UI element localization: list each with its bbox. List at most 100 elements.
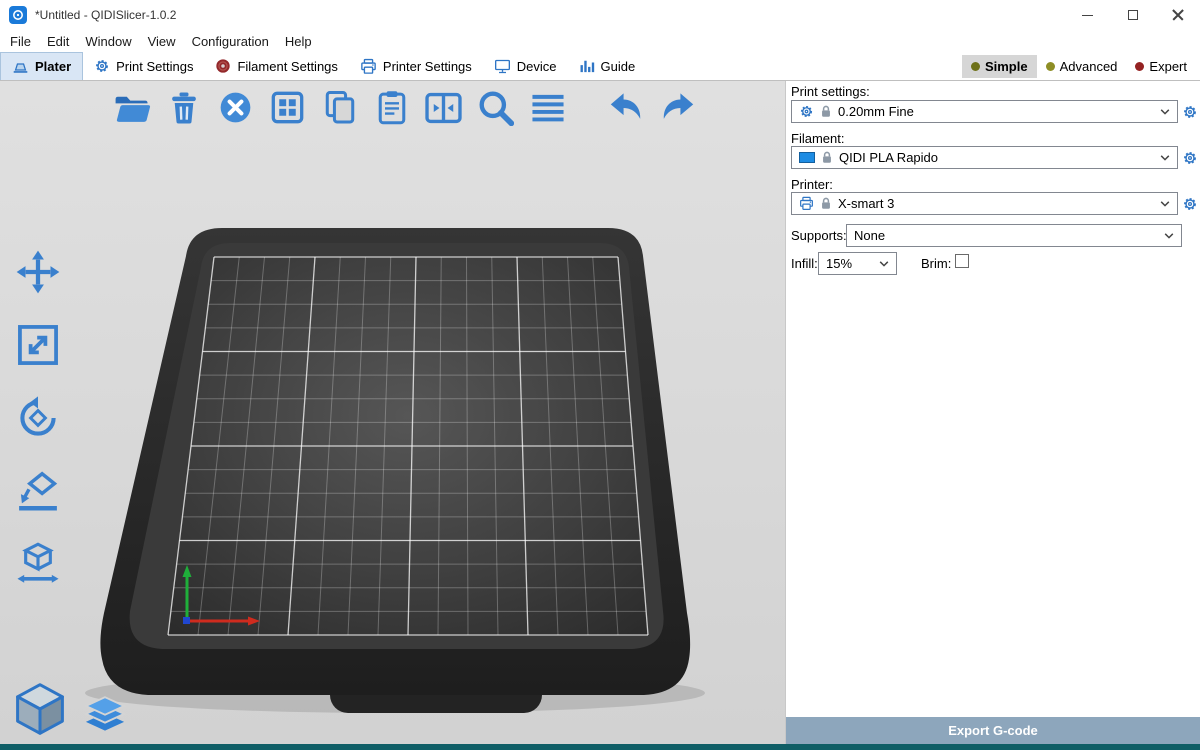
tab-label: Plater — [35, 59, 71, 74]
mode-label: Expert — [1149, 59, 1187, 74]
supports-combo[interactable]: None — [846, 224, 1182, 247]
print-settings-combo[interactable]: 0.20mm Fine — [791, 100, 1178, 123]
settings-panel: Print settings: 0.20mm Fine Filament: QI… — [785, 81, 1200, 744]
close-icon — [1172, 9, 1184, 21]
move-tool-button[interactable] — [11, 245, 65, 298]
menu-configuration[interactable]: Configuration — [184, 32, 277, 51]
print-bed[interactable] — [0, 81, 785, 744]
infill-value: 15% — [826, 256, 852, 271]
viewport-3d[interactable] — [0, 81, 785, 744]
guide-bars-icon — [579, 59, 595, 73]
filament-spool-icon — [215, 58, 231, 74]
layers-preview-icon — [81, 694, 129, 737]
tab-label: Print Settings — [116, 59, 193, 74]
menu-edit[interactable]: Edit — [39, 32, 77, 51]
undo-button[interactable] — [604, 86, 647, 129]
mode-expert[interactable]: Expert — [1126, 55, 1196, 78]
place-on-face-icon — [15, 468, 61, 514]
maximize-button[interactable] — [1110, 0, 1155, 30]
layer-list-button[interactable] — [526, 86, 569, 129]
status-strip — [0, 744, 1200, 750]
printer-combo[interactable]: X-smart 3 — [791, 192, 1178, 215]
mode-simple[interactable]: Simple — [962, 55, 1037, 78]
supports-label: Supports: — [791, 228, 847, 243]
scale-tool-button[interactable] — [11, 318, 65, 371]
plater-bed-icon — [12, 60, 29, 74]
print-settings-gear-button[interactable] — [1182, 104, 1198, 120]
lock-icon — [820, 196, 832, 211]
undo-icon — [607, 90, 645, 125]
mode-label: Simple — [985, 59, 1028, 74]
split-button[interactable] — [422, 86, 465, 129]
delete-button[interactable] — [162, 86, 205, 129]
tab-label: Filament Settings — [237, 59, 337, 74]
rotate-tool-button[interactable] — [11, 391, 65, 444]
chevron-down-icon — [1160, 109, 1170, 115]
printer-value: X-smart 3 — [838, 196, 894, 211]
title-bar: *Untitled - QIDISlicer-1.0.2 — [0, 0, 1200, 30]
menu-file[interactable]: File — [2, 32, 39, 51]
filament-combo[interactable]: QIDI PLA Rapido — [791, 146, 1178, 169]
measure-tool-button[interactable] — [11, 537, 65, 590]
arrange-button[interactable] — [266, 86, 309, 129]
chevron-down-icon — [1160, 201, 1170, 207]
filament-label: Filament: — [791, 131, 844, 146]
printer-gear-button[interactable] — [1182, 196, 1198, 212]
move-icon — [15, 249, 61, 295]
lock-icon — [821, 150, 833, 165]
paste-icon — [376, 90, 408, 125]
app-logo-icon — [9, 6, 27, 24]
infill-combo[interactable]: 15% — [818, 252, 897, 275]
tab-label: Guide — [601, 59, 636, 74]
split-icon — [425, 91, 462, 125]
minimize-button[interactable] — [1065, 0, 1110, 30]
delete-all-button[interactable] — [214, 86, 257, 129]
arrange-grid-icon — [271, 91, 304, 124]
menu-window[interactable]: Window — [77, 32, 139, 51]
measure-icon — [15, 541, 61, 587]
printer-label: Printer: — [791, 177, 833, 192]
maximize-icon — [1128, 10, 1138, 20]
tab-guide[interactable]: Guide — [568, 52, 647, 80]
print-settings-value: 0.20mm Fine — [838, 104, 914, 119]
tab-bar: Plater Print Settings Filament Settings … — [0, 52, 1200, 81]
menu-view[interactable]: View — [140, 32, 184, 51]
delete-all-icon — [219, 91, 252, 124]
monitor-icon — [494, 59, 511, 74]
rotate-icon — [15, 395, 61, 441]
copy-button[interactable] — [318, 86, 361, 129]
tab-label: Printer Settings — [383, 59, 472, 74]
tab-device[interactable]: Device — [483, 52, 568, 80]
window-title: *Untitled - QIDISlicer-1.0.2 — [35, 8, 176, 22]
open-file-button[interactable] — [110, 86, 153, 129]
chevron-down-icon — [1160, 155, 1170, 161]
mode-label: Advanced — [1060, 59, 1118, 74]
layers-preview-button[interactable] — [81, 694, 129, 737]
tab-plater[interactable]: Plater — [0, 52, 83, 80]
filament-gear-button[interactable] — [1182, 150, 1198, 166]
app-window: *Untitled - QIDISlicer-1.0.2 File Edit W… — [0, 0, 1200, 750]
menu-help[interactable]: Help — [277, 32, 320, 51]
expert-dot-icon — [1135, 62, 1144, 71]
export-gcode-button[interactable]: Export G-code — [786, 717, 1200, 744]
advanced-dot-icon — [1046, 62, 1055, 71]
scale-icon — [15, 322, 61, 368]
open-folder-icon — [113, 91, 151, 125]
close-button[interactable] — [1155, 0, 1200, 30]
redo-button[interactable] — [656, 86, 699, 129]
search-button[interactable] — [474, 86, 517, 129]
place-on-face-button[interactable] — [11, 464, 65, 517]
iso-view-button[interactable] — [12, 681, 68, 737]
tab-printer-settings[interactable]: Printer Settings — [349, 52, 483, 80]
tab-filament-settings[interactable]: Filament Settings — [204, 52, 348, 80]
mode-advanced[interactable]: Advanced — [1037, 55, 1127, 78]
plater-toolbar — [110, 86, 699, 129]
tab-print-settings[interactable]: Print Settings — [83, 52, 204, 80]
chevron-down-icon — [1164, 233, 1174, 239]
view-switcher — [12, 681, 129, 737]
lock-icon — [820, 104, 832, 119]
brim-label: Brim: — [921, 256, 951, 271]
paste-button[interactable] — [370, 86, 413, 129]
filament-color-swatch — [799, 152, 815, 163]
brim-checkbox[interactable] — [955, 254, 969, 268]
